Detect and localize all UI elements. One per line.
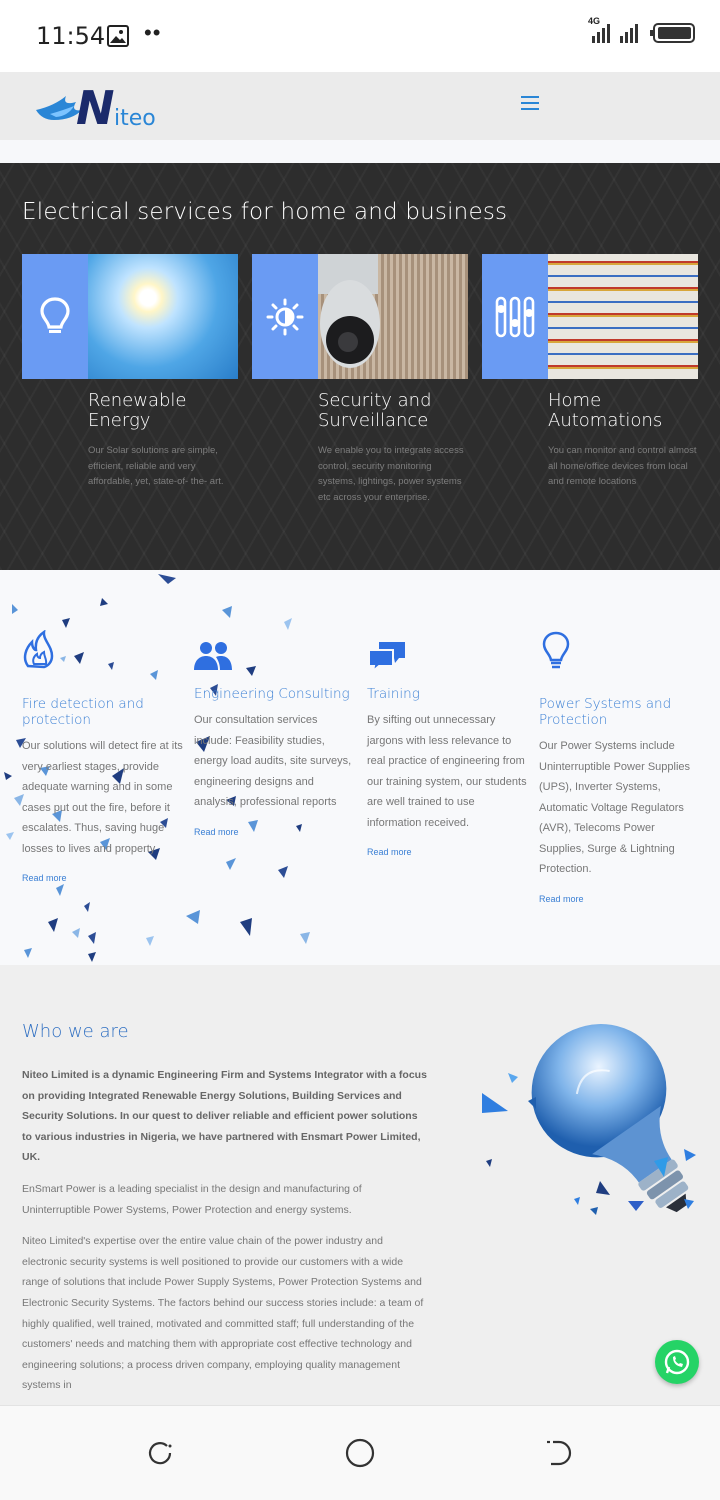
recent-apps-button[interactable] <box>145 1438 175 1468</box>
lightbulb-outline-icon <box>539 630 701 682</box>
feature-title: Training <box>367 686 420 702</box>
read-more-link[interactable]: Read more <box>22 873 67 883</box>
logo[interactable]: N iteo <box>36 80 186 135</box>
feature-training: Training By sifting out unnecessary jarg… <box>367 640 529 860</box>
feature-power-systems: Power Systems and Protection Our Power S… <box>539 630 701 907</box>
page: 11:54 •• 4G N iteo Electrical services f… <box>0 0 720 1500</box>
whatsapp-button[interactable] <box>655 1340 699 1384</box>
read-more-link[interactable]: Read more <box>539 894 584 904</box>
back-button[interactable] <box>545 1438 575 1468</box>
svg-text:N: N <box>76 81 115 132</box>
service-name: Security and Surveillance <box>318 390 432 431</box>
status-time: 11:54 <box>36 22 106 50</box>
feature-fire-detection: Fire detection and protection Our soluti… <box>22 629 184 886</box>
logo-text: iteo <box>114 106 156 131</box>
chat-icon <box>367 640 529 674</box>
sliders-icon <box>482 254 548 379</box>
battery-icon <box>650 23 695 43</box>
feature-desc: Our consultation services include: Feasi… <box>194 714 352 808</box>
feature-title: Power Systems and Protection <box>539 696 672 728</box>
system-nav-bar <box>0 1405 720 1500</box>
more-notifications-icon: •• <box>144 20 162 45</box>
back-icon <box>547 1440 572 1466</box>
services-title: Electrical services for home and busines… <box>22 199 508 225</box>
about-text: Niteo Limited is a dynamic Engineering F… <box>22 1065 430 1405</box>
feature-desc: By sifting out unnecessary jargons with … <box>367 714 527 829</box>
recent-apps-icon <box>148 1442 172 1465</box>
solar-photo <box>88 254 238 379</box>
lightbulb-icon <box>22 254 88 379</box>
signal-icon: 4G <box>588 16 642 44</box>
features-section: Fire detection and protection Our soluti… <box>0 570 720 965</box>
service-card-automation[interactable]: Home Automations You can monitor and con… <box>482 254 698 490</box>
about-paragraph: Niteo Limited's expertise over the entir… <box>22 1235 424 1392</box>
whatsapp-icon <box>664 1349 690 1375</box>
fire-icon <box>22 629 184 682</box>
logo-flame-icon: N <box>36 81 115 135</box>
service-name: Home Automations <box>548 390 663 431</box>
feature-title: Fire detection and protection <box>22 696 144 728</box>
service-card-renewable[interactable]: Renewable Energy Our Solar solutions are… <box>22 254 238 490</box>
status-icons: 4G <box>588 16 696 44</box>
service-desc: Our Solar solutions are simple, efficien… <box>88 445 224 487</box>
users-icon <box>194 640 356 672</box>
service-desc: You can monitor and control almost all h… <box>548 445 697 487</box>
sun-icon <box>252 254 318 379</box>
lightbulb-illustration <box>482 1024 696 1215</box>
about-paragraph: Niteo Limited is a dynamic Engineering F… <box>22 1069 427 1164</box>
feature-title: Engineering Consulting <box>194 686 350 702</box>
camera-photo <box>318 254 468 379</box>
home-icon <box>345 1438 375 1468</box>
home-button[interactable] <box>345 1438 375 1468</box>
service-name: Renewable Energy <box>88 390 187 431</box>
about-paragraph: EnSmart Power is a leading specialist in… <box>22 1182 362 1216</box>
feature-desc: Our solutions will detect fire at its ve… <box>22 740 183 855</box>
feature-desc: Our Power Systems include Uninterruptibl… <box>539 740 691 875</box>
feature-engineering-consulting: Engineering Consulting Our consultation … <box>194 640 356 840</box>
read-more-link[interactable]: Read more <box>194 827 239 837</box>
read-more-link[interactable]: Read more <box>367 847 412 857</box>
service-card-security[interactable]: Security and Surveillance We enable you … <box>252 254 468 505</box>
electrical-panel-photo <box>548 254 698 379</box>
image-notification-icon <box>107 25 129 47</box>
status-bar: 11:54 •• 4G <box>0 0 720 72</box>
menu-toggle-button[interactable] <box>521 96 539 112</box>
service-desc: We enable you to integrate access contro… <box>318 445 464 503</box>
about-section: Who we are Niteo Limited is a dynamic En… <box>0 965 720 1405</box>
about-title: Who we are <box>22 1021 129 1042</box>
services-section: Electrical services for home and busines… <box>0 163 720 570</box>
site-header: N iteo <box>0 72 720 140</box>
